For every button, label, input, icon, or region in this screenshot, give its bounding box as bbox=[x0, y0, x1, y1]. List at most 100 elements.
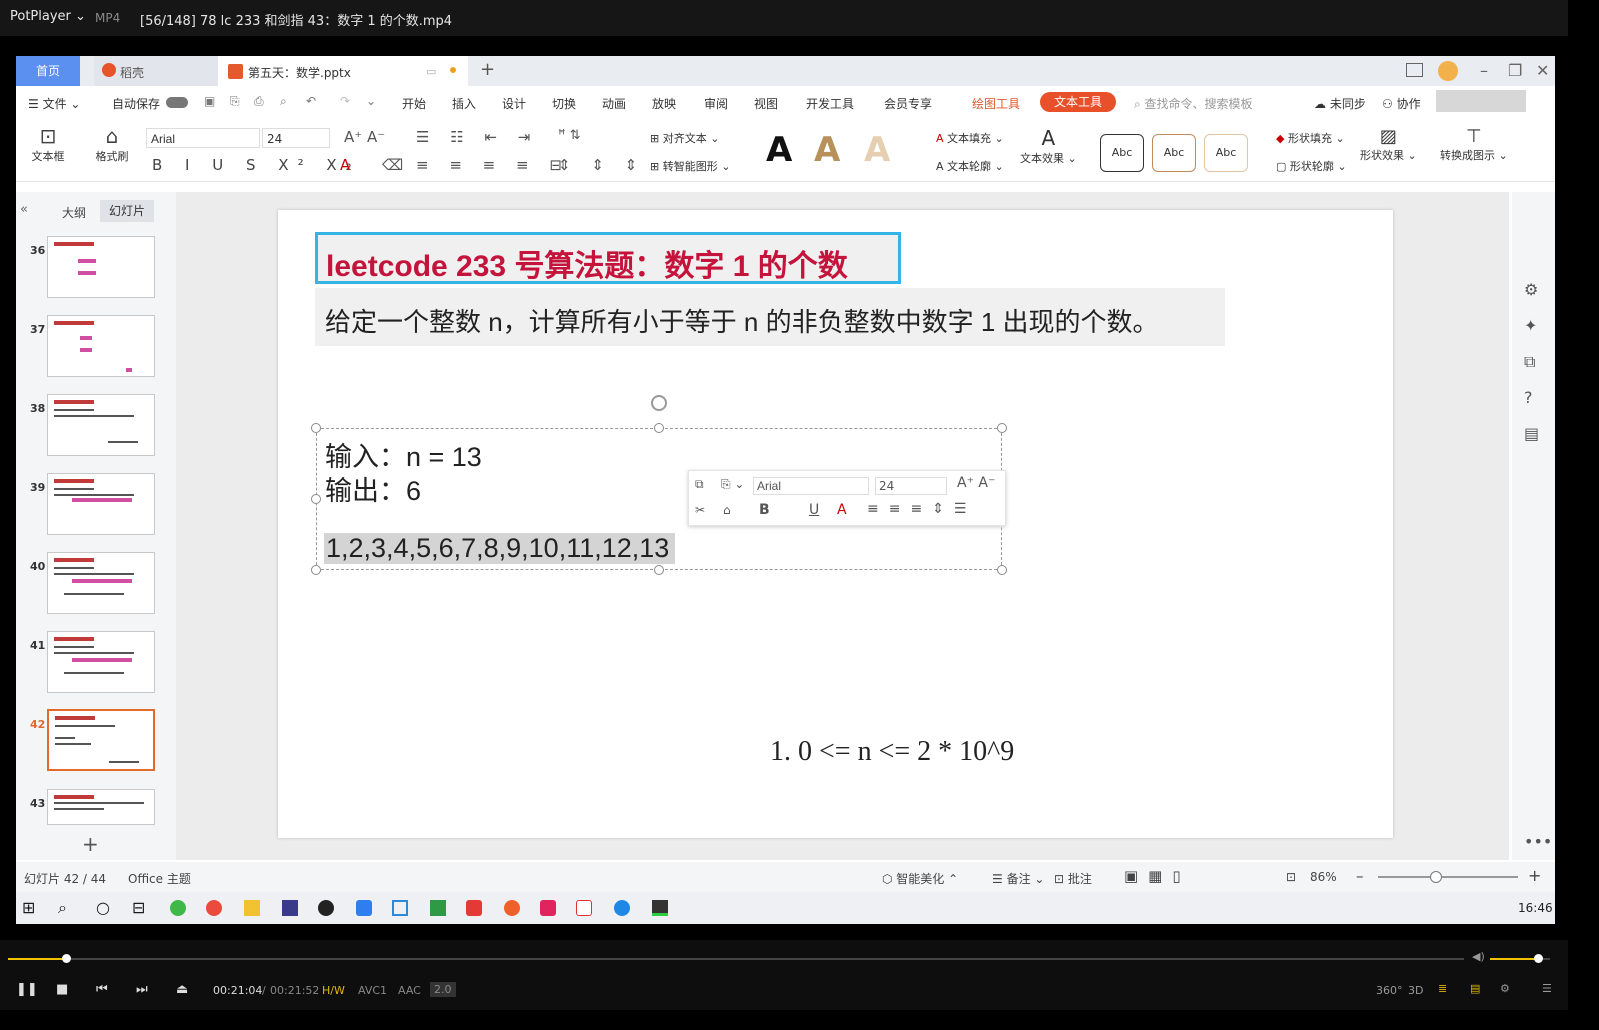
resize-handle[interactable] bbox=[311, 423, 321, 433]
menu-item-0[interactable]: 开始 bbox=[402, 95, 426, 112]
font-select[interactable]: Arial bbox=[146, 128, 260, 148]
shape-outline-button[interactable]: ▢ 形状轮廓 ⌄ bbox=[1276, 158, 1347, 174]
preview-icon[interactable]: ⌕ bbox=[280, 94, 287, 109]
menu-item-9[interactable]: 会员专享 bbox=[884, 95, 932, 112]
resize-handle[interactable] bbox=[311, 565, 321, 575]
search-icon[interactable]: ⌕ bbox=[58, 898, 67, 918]
zoom-in-icon[interactable]: + bbox=[1528, 866, 1541, 885]
settings-icon[interactable]: ⚙ bbox=[1524, 280, 1538, 299]
potplayer-menu[interactable]: PotPlayer ⌄ bbox=[10, 9, 86, 24]
app-icon[interactable] bbox=[356, 900, 372, 916]
shape-style-3[interactable]: Abc bbox=[1204, 134, 1248, 172]
avatar[interactable] bbox=[1438, 61, 1458, 81]
draw-tools-tab[interactable]: 绘图工具 bbox=[972, 95, 1020, 112]
constraint-text[interactable]: 1. 0 <= n <= 2 * 10^9 bbox=[770, 736, 1014, 768]
edge-icon[interactable] bbox=[614, 900, 630, 916]
text-style-light[interactable]: A bbox=[864, 130, 890, 170]
seek-thumb[interactable] bbox=[62, 954, 72, 963]
mini-size-select[interactable]: 24 bbox=[875, 477, 947, 495]
slide-thumb-40[interactable] bbox=[47, 552, 155, 614]
save-icon[interactable]: ▣ bbox=[204, 94, 215, 108]
more-options-icon[interactable]: ••• bbox=[1524, 832, 1552, 851]
menu-item-3[interactable]: 切换 bbox=[552, 95, 576, 112]
volume-icon[interactable]: ◀) bbox=[1472, 950, 1485, 963]
qq-icon[interactable] bbox=[318, 900, 334, 916]
file-menu[interactable]: ☰ 文件 ⌄ bbox=[28, 95, 80, 112]
menu-item-8[interactable]: 开发工具 bbox=[806, 95, 854, 112]
textbox-button[interactable]: ⊡ 文本框 bbox=[26, 124, 70, 164]
pause-icon[interactable]: ❚❚ bbox=[16, 982, 38, 997]
settings-gear-icon[interactable]: ⚙ bbox=[1500, 982, 1510, 995]
menu-item-5[interactable]: 放映 bbox=[652, 95, 676, 112]
rotate-handle-icon[interactable] bbox=[651, 395, 667, 411]
align-text-button[interactable]: ⊞ 对齐文本 ⌄ bbox=[650, 130, 719, 146]
stop-icon[interactable]: ■ bbox=[56, 982, 68, 997]
slide-thumb-43[interactable] bbox=[47, 789, 155, 825]
zoom-level[interactable]: 86% bbox=[1310, 870, 1337, 884]
mini-grow-font-icon[interactable]: A⁺ A⁻ bbox=[957, 475, 995, 491]
menu-item-6[interactable]: 审阅 bbox=[704, 95, 728, 112]
spacing-icons[interactable]: ⇕ ⇕ ⇕ bbox=[558, 156, 645, 174]
new-tab-icon[interactable]: + bbox=[480, 59, 495, 80]
vr-360-button[interactable]: 360° bbox=[1376, 984, 1403, 997]
shape-style-2[interactable]: Abc bbox=[1152, 134, 1196, 172]
tab-home[interactable]: 首页 bbox=[16, 56, 80, 86]
mini-font-select[interactable]: Arial bbox=[753, 477, 869, 495]
text-tools-tab[interactable]: 文本工具 bbox=[1040, 92, 1116, 112]
restore-icon[interactable]: ❐ bbox=[1508, 61, 1522, 80]
menu-item-7[interactable]: 视图 bbox=[754, 95, 778, 112]
search-command[interactable]: ⌕ 查找命令、搜索模板 bbox=[1134, 95, 1253, 112]
app-icon[interactable] bbox=[392, 900, 408, 916]
fit-icon[interactable]: ⊡ bbox=[1286, 870, 1296, 884]
paste-icon[interactable]: ⎘ ⌄ bbox=[721, 477, 744, 492]
list-icons[interactable]: ☰ ☷ ⇤ ⇥ bbox=[416, 128, 538, 146]
text-fill-button[interactable]: A 文本填充 ⌄ bbox=[936, 130, 1004, 146]
chat-icon[interactable]: ▤ bbox=[1470, 982, 1480, 995]
3d-button[interactable]: 3D bbox=[1408, 984, 1423, 997]
convert-icon-button[interactable]: ⊤ 转换成图示 ⌄ bbox=[1440, 126, 1508, 163]
menu-icon[interactable]: ☰ bbox=[1542, 982, 1552, 995]
cut-icon[interactable]: ✂ bbox=[695, 503, 705, 517]
hw-decoder[interactable]: H/W bbox=[322, 984, 345, 997]
text-style-black[interactable]: A bbox=[766, 130, 792, 170]
smartart-button[interactable]: ⊞ 转智能图形 ⌄ bbox=[650, 158, 730, 174]
eject-icon[interactable]: ⏏ bbox=[176, 982, 188, 997]
shape-fill-button[interactable]: ◆ 形状填充 ⌄ bbox=[1276, 130, 1345, 146]
explorer-icon[interactable] bbox=[244, 900, 260, 916]
menu-item-2[interactable]: 设计 bbox=[502, 95, 526, 112]
close-icon[interactable]: ✕ bbox=[1536, 61, 1549, 80]
zoom-slider[interactable] bbox=[1378, 876, 1518, 878]
zoom-thumb[interactable] bbox=[1430, 871, 1442, 883]
print-icon[interactable]: ⎙ bbox=[254, 94, 264, 109]
app-icon[interactable] bbox=[466, 900, 482, 916]
mini-underline-button[interactable]: U bbox=[809, 502, 819, 518]
align-icons[interactable]: ≡ ≡ ≡ ≡ ⊟ bbox=[416, 156, 570, 174]
direction-icons[interactable]: ꟸ ⇅ bbox=[558, 128, 581, 143]
zoom-out-icon[interactable]: – bbox=[1356, 867, 1364, 885]
app-icon[interactable] bbox=[504, 900, 520, 916]
slide-thumb-41[interactable] bbox=[47, 631, 155, 693]
theme-name[interactable]: Office 主题 bbox=[128, 870, 191, 887]
previous-icon[interactable]: ⏮ bbox=[96, 982, 108, 997]
size-select[interactable]: 24 bbox=[262, 128, 330, 148]
tab-outline[interactable]: 大纲 bbox=[62, 204, 86, 221]
app-icon[interactable] bbox=[652, 900, 668, 916]
grow-font-icon[interactable]: A⁺ A⁻ bbox=[344, 128, 385, 146]
tab-document[interactable]: 第五天：数学.pptx ▭ bbox=[218, 56, 468, 86]
shape-style-1[interactable]: Abc bbox=[1100, 134, 1144, 172]
mini-brush-icon[interactable]: ⌂ bbox=[723, 503, 731, 517]
format-brush-button[interactable]: ⌂ 格式刷 bbox=[90, 124, 134, 164]
app-icon[interactable] bbox=[282, 900, 298, 916]
help-icon[interactable]: ? bbox=[1524, 388, 1533, 407]
collab-button[interactable]: ⚇ 协作 bbox=[1382, 95, 1421, 112]
mini-bold-button[interactable]: B bbox=[759, 502, 770, 518]
comments-button[interactable]: ⊡ 批注 bbox=[1054, 870, 1092, 887]
slide-thumb-38[interactable] bbox=[47, 394, 155, 456]
volume-thumb[interactable] bbox=[1534, 954, 1543, 963]
collapse-icon[interactable]: « bbox=[20, 202, 28, 217]
pin-icon[interactable]: ✦ bbox=[1524, 316, 1537, 335]
resize-handle[interactable] bbox=[997, 565, 1007, 575]
menu-item-1[interactable]: 插入 bbox=[452, 95, 476, 112]
slide-thumb-42[interactable] bbox=[47, 709, 155, 771]
sync-status[interactable]: ☁ 未同步 bbox=[1314, 95, 1366, 112]
